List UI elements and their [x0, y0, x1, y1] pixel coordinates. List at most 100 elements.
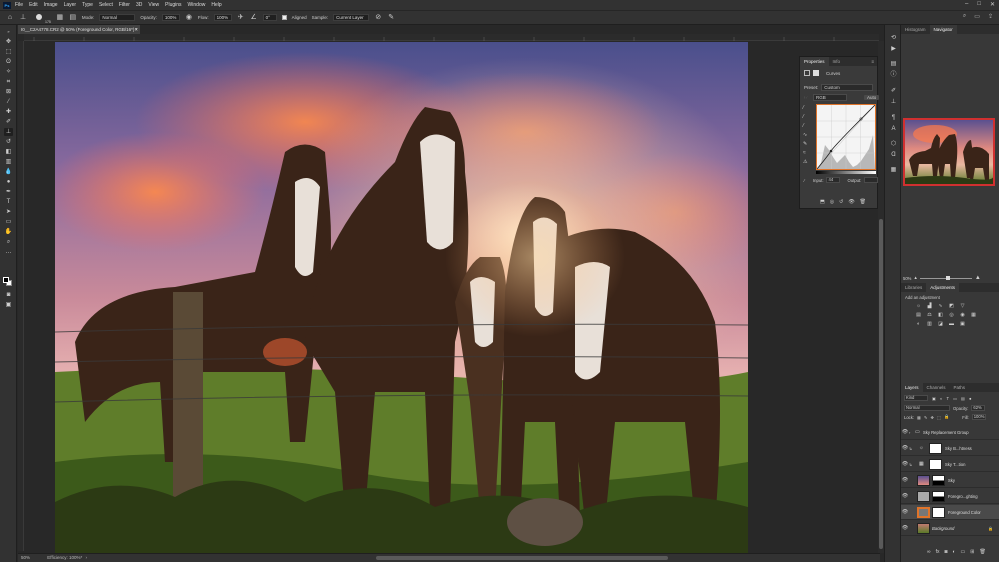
search-icon[interactable]: ⌕: [963, 13, 966, 20]
menu-plugins[interactable]: Plugins: [165, 2, 181, 8]
menu-filter[interactable]: Filter: [119, 2, 130, 8]
close-document-icon[interactable]: ✕: [134, 25, 138, 34]
visibility-eye-icon[interactable]: 👁: [901, 461, 909, 467]
pressure-size-icon[interactable]: ✎: [387, 14, 395, 22]
tab-properties[interactable]: Properties: [800, 57, 829, 66]
layer-row[interactable]: 👁 Foregro...ghting: [901, 489, 999, 504]
3d-panel-icon[interactable]: ⬡: [889, 140, 898, 148]
tab-info[interactable]: Info: [829, 57, 845, 66]
add-mask-icon[interactable]: ◙: [944, 549, 947, 555]
selective-color-icon[interactable]: ▣: [959, 321, 966, 327]
brush-preset-picker[interactable]: [32, 13, 46, 22]
filter-adjustment-icon[interactable]: ◐: [940, 396, 943, 401]
clone-stamp-tool-icon[interactable]: ⊥: [19, 14, 27, 22]
preset-select[interactable]: Custom: [821, 84, 874, 91]
sample-gray-icon[interactable]: ⁄: [803, 114, 812, 123]
layer-filter-select[interactable]: Kind: [904, 395, 928, 401]
document-tab[interactable]: I0__C2A4778.CR2 @ 50% (Foreground Color,…: [18, 25, 140, 34]
hand-tool-icon[interactable]: ✋: [4, 228, 13, 236]
screen-mode-icon[interactable]: ▣: [4, 301, 13, 309]
curves-graph[interactable]: [816, 104, 876, 170]
layer-thumbnail[interactable]: [917, 474, 930, 486]
filter-pixel-icon[interactable]: ▣: [932, 396, 936, 401]
pen-tool-icon[interactable]: ✒: [4, 188, 13, 196]
filter-type-icon[interactable]: T: [947, 396, 950, 401]
filter-shape-icon[interactable]: ▭: [953, 396, 957, 401]
zoom-slider-thumb[interactable]: [945, 275, 950, 280]
minimize-icon[interactable]: –: [965, 1, 968, 8]
crop-tool-icon[interactable]: ⌗: [4, 78, 13, 86]
layer-row[interactable]: 👁 › ▭ Sky Replacement Group: [901, 425, 999, 440]
view-previous-icon[interactable]: ◎: [830, 199, 834, 205]
brush-tool-icon[interactable]: ✐: [4, 118, 13, 126]
path-selection-tool-icon[interactable]: ➤: [4, 208, 13, 216]
menu-layer[interactable]: Layer: [64, 2, 77, 8]
layer-row[interactable]: 👁 Background 🔒: [901, 521, 999, 536]
menu-file[interactable]: File: [15, 2, 23, 8]
angle-field[interactable]: 0°: [262, 14, 277, 21]
tab-histogram[interactable]: Histogram: [901, 25, 930, 34]
threshold-icon[interactable]: ◪: [937, 321, 944, 327]
aligned-checkbox[interactable]: [281, 15, 287, 20]
swatches-panel-icon[interactable]: ▦: [889, 166, 898, 174]
horizontal-ruler[interactable]: [24, 34, 879, 41]
home-icon[interactable]: ⌂: [6, 14, 14, 22]
maximize-icon[interactable]: □: [977, 1, 981, 8]
blur-tool-icon[interactable]: 💧: [4, 168, 13, 176]
reset-icon[interactable]: ↺: [839, 199, 843, 205]
menu-view[interactable]: View: [148, 2, 159, 8]
zoom-in-icon[interactable]: ▲: [975, 275, 981, 281]
sample-black-icon[interactable]: ⁄: [803, 105, 812, 114]
menu-window[interactable]: Window: [188, 2, 206, 8]
mask-icon[interactable]: [813, 70, 819, 76]
history-panel-icon[interactable]: ⟲: [889, 34, 898, 42]
filter-smart-icon[interactable]: ▤: [961, 396, 965, 401]
menu-select[interactable]: Select: [99, 2, 113, 8]
tab-adjustments[interactable]: Adjustments: [926, 283, 960, 292]
navigator-preview[interactable]: [903, 118, 995, 186]
layer-mask-thumbnail[interactable]: [929, 458, 942, 470]
layer-opacity-field[interactable]: 62%: [971, 405, 986, 411]
navigator-zoom-slider[interactable]: [919, 275, 972, 280]
gradient-tool-icon[interactable]: ▥: [4, 158, 13, 166]
smooth-curve-icon[interactable]: ≈: [803, 150, 812, 159]
eyedropper-icon[interactable]: ⁄: [804, 178, 810, 183]
brightness-contrast-icon[interactable]: ☼: [915, 303, 922, 309]
filter-toggle-icon[interactable]: ●: [969, 396, 972, 401]
magic-wand-tool-icon[interactable]: ✧: [4, 68, 13, 76]
output-field[interactable]: [864, 177, 879, 183]
lock-all-icon[interactable]: 🔒: [944, 414, 949, 420]
fill-field[interactable]: 100%: [971, 414, 986, 420]
blend-mode-select[interactable]: Normal: [904, 405, 950, 411]
curves-icon[interactable]: ∿: [937, 303, 944, 309]
airbrush-icon[interactable]: ✈: [237, 14, 245, 22]
clone-stamp-tool-icon[interactable]: ⊥: [4, 128, 13, 136]
paragraph-panel-icon[interactable]: ¶: [889, 114, 898, 122]
panel-menu-icon[interactable]: ≡: [871, 57, 877, 66]
dodge-tool-icon[interactable]: ●: [4, 178, 13, 186]
brush-settings-icon[interactable]: ▦: [56, 14, 64, 22]
status-arrow-icon[interactable]: ›: [85, 555, 87, 560]
menu-edit[interactable]: Edit: [29, 2, 38, 8]
color-lookup-icon[interactable]: ▦: [970, 312, 977, 318]
healing-brush-tool-icon[interactable]: ✚: [4, 108, 13, 116]
frame-tool-icon[interactable]: ⊠: [4, 88, 13, 96]
layer-mask-thumbnail[interactable]: [929, 442, 942, 454]
opacity-field[interactable]: 100%: [161, 14, 180, 21]
clone-source-icon[interactable]: ▤: [69, 14, 77, 22]
vibrance-icon[interactable]: ▽: [959, 303, 966, 309]
layer-thumbnail[interactable]: [917, 522, 930, 534]
hue-saturation-icon[interactable]: ▤: [915, 312, 922, 318]
new-group-icon[interactable]: ▭: [961, 549, 966, 555]
target-adjust-icon[interactable]: ☞: [804, 95, 810, 101]
black-white-icon[interactable]: ◧: [937, 312, 944, 318]
share-icon[interactable]: ⇪: [988, 13, 993, 20]
character-panel-icon[interactable]: A: [889, 125, 898, 133]
clone-source-panel-icon[interactable]: ⊥: [889, 98, 898, 106]
gradient-map-icon[interactable]: ▬: [948, 321, 955, 327]
glyphs-panel-icon[interactable]: Ɑ: [889, 151, 898, 159]
levels-icon[interactable]: ▟: [926, 303, 933, 309]
visibility-eye-icon[interactable]: 👁: [901, 525, 909, 531]
visibility-eye-icon[interactable]: 👁: [901, 493, 909, 499]
layer-row[interactable]: 👁 ↳ ☼ Sky B...htness: [901, 441, 999, 456]
